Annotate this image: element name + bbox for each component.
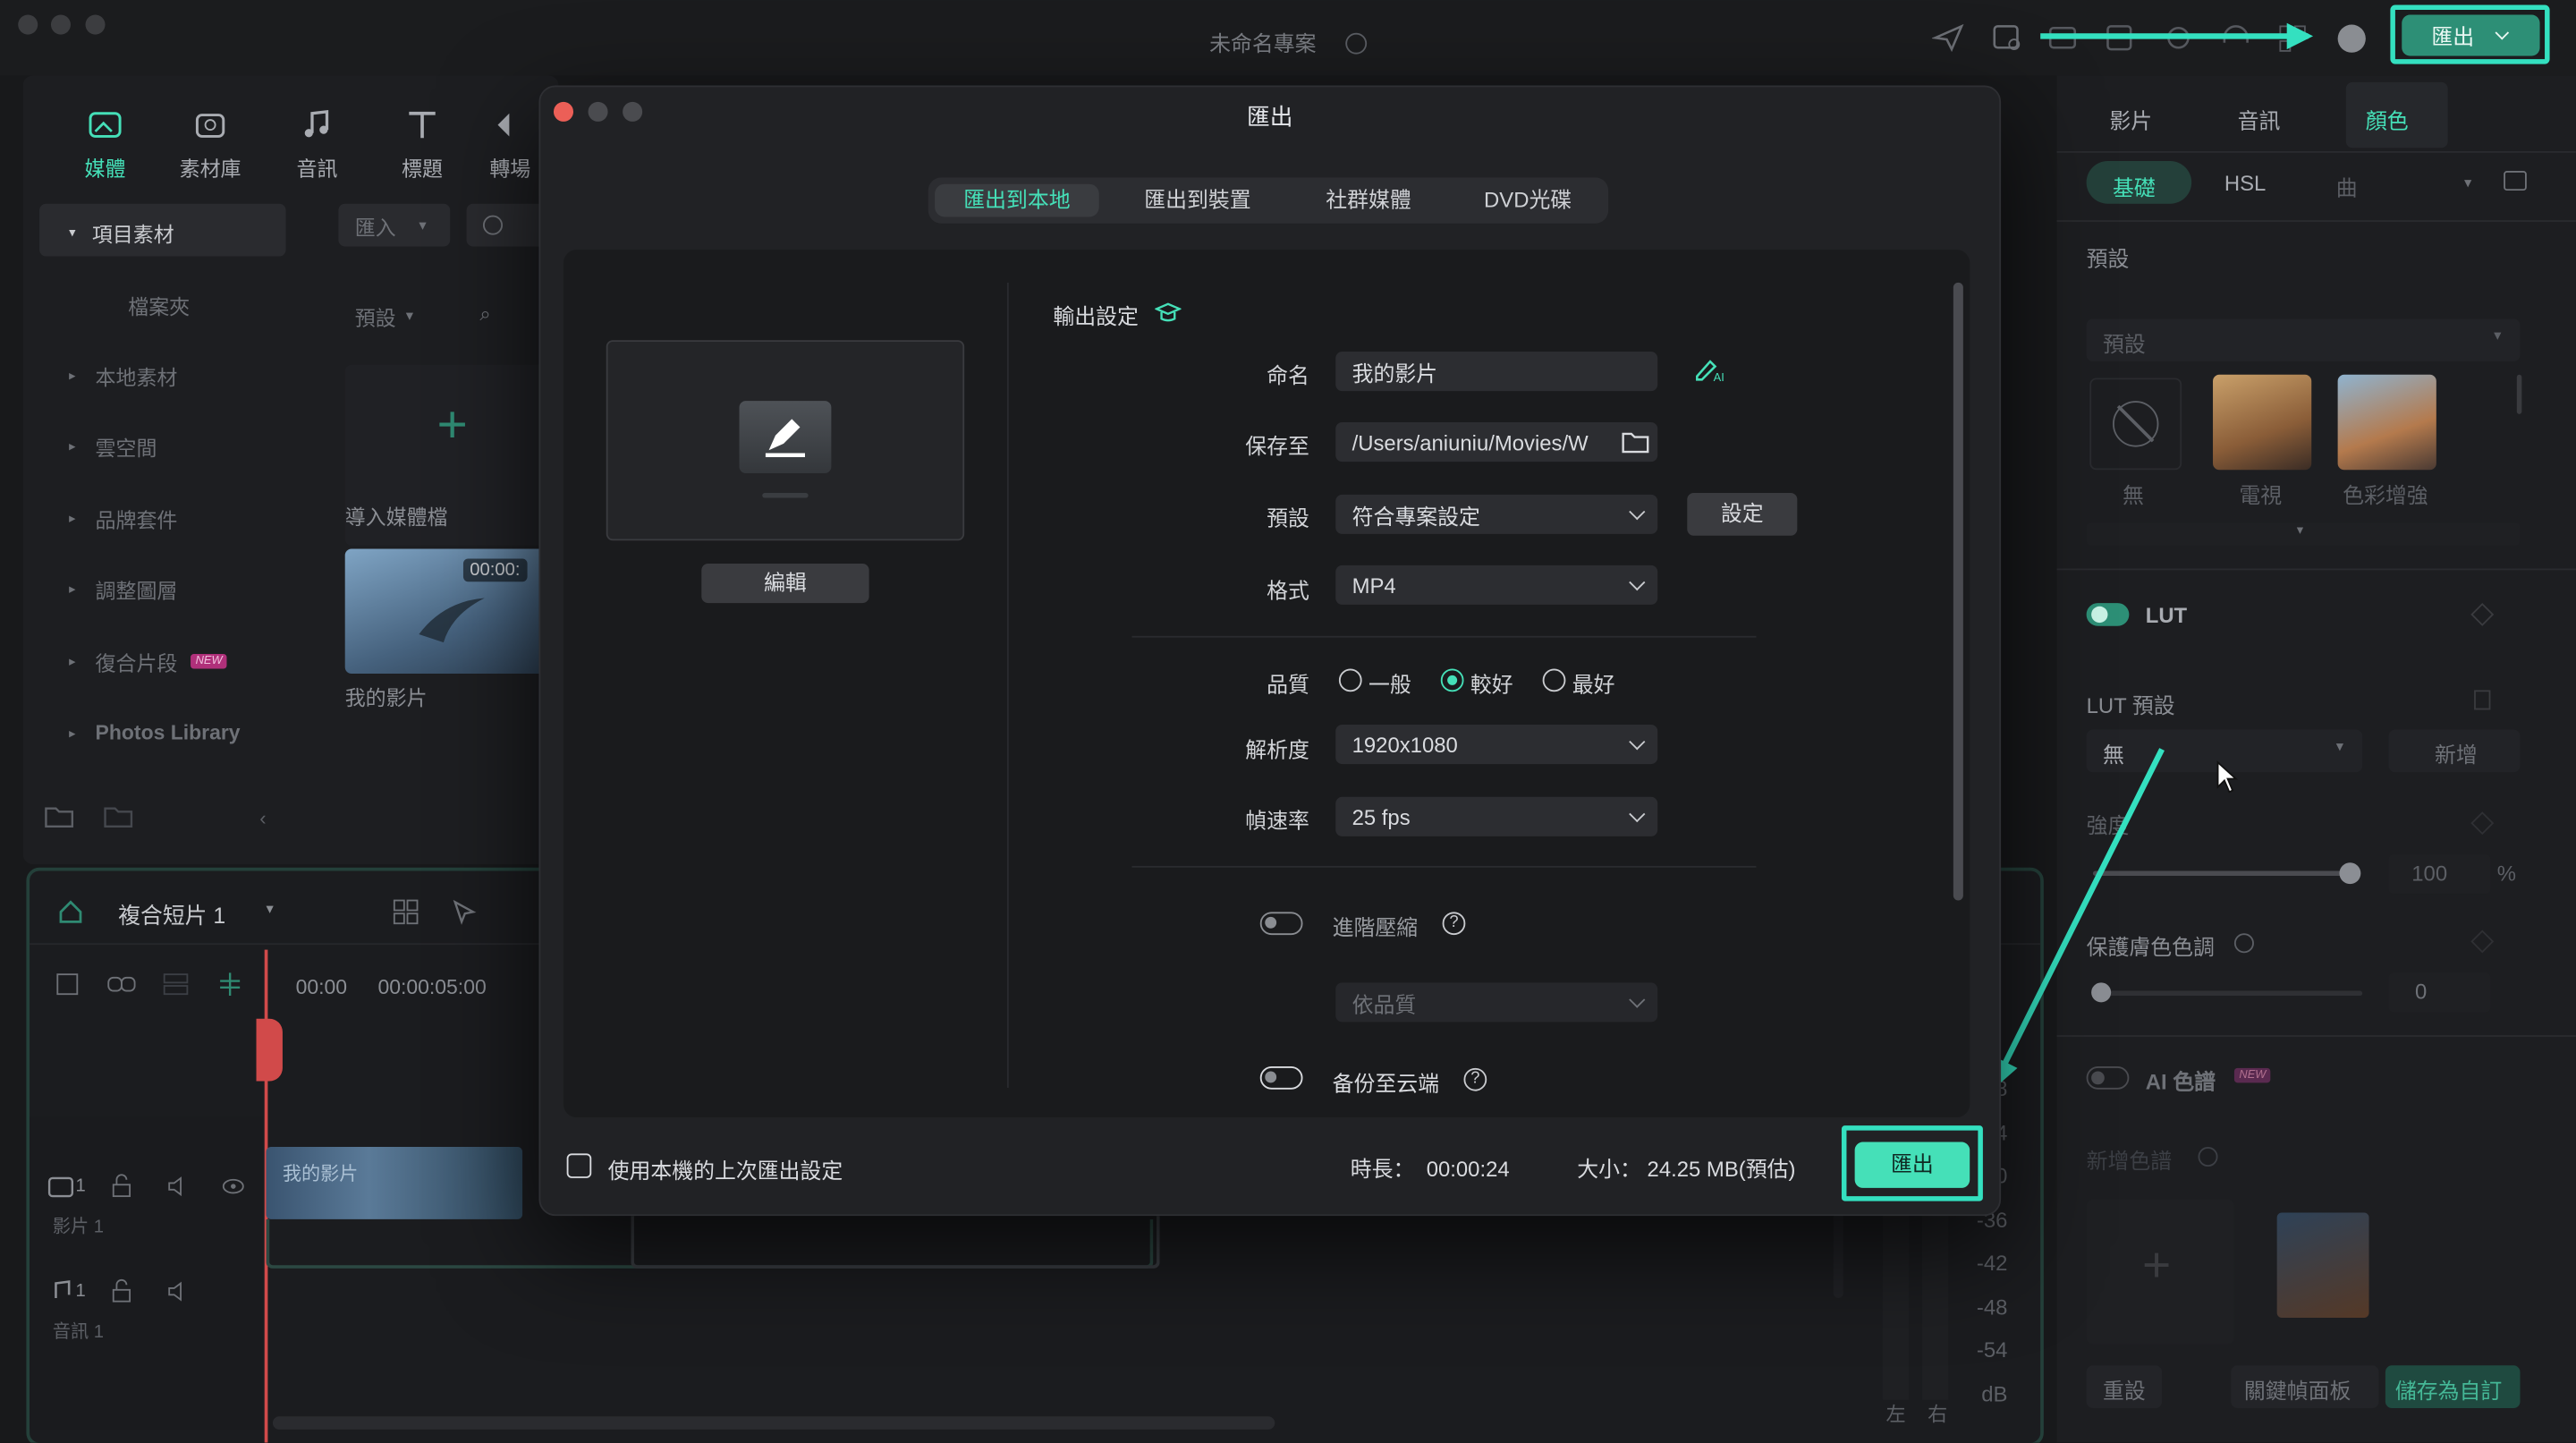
resolution-select[interactable]: 1920x1080 — [1335, 724, 1658, 765]
app-window: 未命名專案 匯出 媒體 素材庫 音訊 標題 轉場 ▾ 項目素材 檔案夾 ▸ 本地… — [0, 0, 2576, 1443]
dialog-export-button[interactable]: 匯出 — [1854, 1142, 1970, 1188]
mouse-cursor-icon — [2216, 760, 2239, 794]
preset-settings-button[interactable]: 設定 — [1687, 493, 1798, 536]
output-settings-title: 輸出設定 — [1053, 303, 1139, 329]
quality-better-label: 較好 — [1470, 672, 1513, 697]
duration-info: 時長： 00:00:24 — [1350, 1157, 1510, 1182]
cloud-backup-label: 备份至云端 — [1332, 1071, 1439, 1097]
chevron-down-icon — [1629, 574, 1646, 591]
tab-export-dvd[interactable]: DVD光碟 — [1453, 184, 1601, 217]
folder-browse-icon[interactable] — [1622, 429, 1651, 454]
resolution-label: 解析度 — [1245, 737, 1309, 763]
filesize-info: 大小： 24.25 MB(預估) — [1577, 1157, 1796, 1182]
tab-export-device[interactable]: 匯出到裝置 — [1115, 184, 1280, 217]
format-select[interactable]: MP4 — [1335, 564, 1658, 605]
chevron-down-icon — [1629, 991, 1646, 1008]
framerate-select[interactable]: 25 fps — [1335, 796, 1658, 836]
thumbnail-preview — [606, 340, 965, 541]
tab-export-local[interactable]: 匯出到本地 — [935, 183, 1099, 217]
chevron-down-icon — [1629, 734, 1646, 751]
save-location-label: 保存至 — [1245, 433, 1309, 459]
dialog-title: 匯出 — [1247, 103, 1293, 131]
preset-select[interactable]: 符合專案設定 — [1335, 494, 1658, 534]
format-label: 格式 — [1267, 578, 1309, 604]
export-dialog: 匯出 匯出到本地 匯出到裝置 社群媒體 DVD光碟 編輯 輸出設定 命名 我的影… — [538, 85, 2002, 1217]
settings-scrollbar[interactable] — [1953, 282, 1963, 901]
chevron-down-icon — [1629, 805, 1646, 823]
quality-label: 品質 — [1267, 672, 1309, 697]
advanced-compression-toggle[interactable] — [1259, 912, 1303, 936]
quality-best-radio[interactable] — [1542, 668, 1566, 692]
quality-best-label: 最好 — [1572, 672, 1615, 697]
learn-icon[interactable] — [1155, 301, 1182, 324]
remember-settings-label: 使用本機的上次匯出設定 — [607, 1158, 843, 1184]
export-settings-area: 編輯 輸出設定 命名 我的影片 AI 保存至 /Users/aniuniu/Mo… — [563, 250, 1970, 1117]
export-target-tabs: 匯出到本地 匯出到裝置 社群媒體 DVD光碟 — [928, 177, 1609, 224]
edit-thumbnail-icon — [739, 401, 832, 473]
ai-rename-icon[interactable]: AI — [1694, 355, 1730, 385]
name-label: 命名 — [1267, 362, 1309, 388]
advanced-compression-select[interactable]: 依品質 — [1335, 982, 1658, 1023]
edit-thumbnail-button[interactable]: 編輯 — [701, 563, 869, 604]
save-path-input[interactable]: /Users/aniuniu/Movies/W — [1335, 422, 1658, 463]
framerate-label: 幀速率 — [1245, 808, 1309, 834]
tab-export-social[interactable]: 社群媒體 — [1290, 184, 1447, 217]
preset-label: 預設 — [1267, 505, 1309, 531]
chevron-down-icon — [1629, 504, 1646, 521]
svg-text:AI: AI — [1714, 370, 1724, 384]
cloud-backup-toggle[interactable] — [1259, 1066, 1303, 1090]
quality-normal-radio[interactable] — [1338, 668, 1362, 692]
quality-better-radio[interactable] — [1440, 668, 1464, 692]
advanced-help-icon[interactable]: ? — [1442, 912, 1466, 936]
remember-settings-checkbox[interactable] — [566, 1153, 592, 1178]
advanced-compression-label: 進階壓縮 — [1332, 915, 1419, 940]
name-input[interactable]: 我的影片 — [1335, 352, 1658, 392]
backup-help-icon[interactable]: ? — [1463, 1067, 1487, 1091]
quality-normal-label: 一般 — [1368, 672, 1411, 697]
